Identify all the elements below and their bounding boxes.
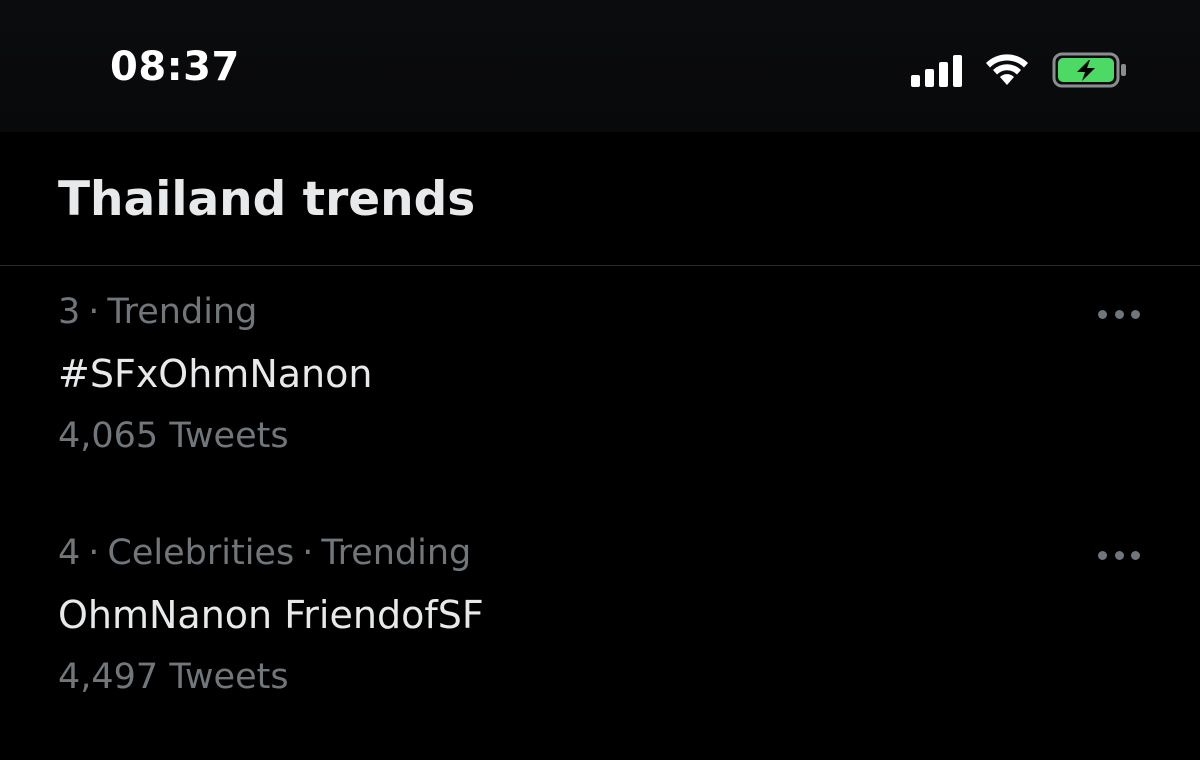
status-bar: 08:37 bbox=[0, 0, 1200, 132]
meta-separator: · bbox=[88, 292, 100, 332]
status-icons bbox=[911, 48, 1128, 92]
signal-icon bbox=[911, 53, 962, 87]
trend-tweet-count: 4,497 Tweets bbox=[58, 657, 289, 697]
header: Thailand trends bbox=[0, 132, 1200, 266]
trend-meta: 4 · Celebrities · Trending bbox=[58, 533, 471, 573]
trend-rank: 3 bbox=[58, 292, 81, 332]
wifi-icon bbox=[984, 53, 1030, 87]
meta-separator: · bbox=[88, 533, 100, 573]
page-title: Thailand trends bbox=[58, 172, 476, 227]
trend-item[interactable]: 3 · Trending #SFxOhmNanon 4,065 Tweets bbox=[0, 266, 1200, 507]
more-options-icon[interactable] bbox=[1098, 545, 1140, 565]
trend-category: Celebrities bbox=[107, 533, 295, 573]
more-options-icon[interactable] bbox=[1098, 304, 1140, 324]
trend-context: Trending bbox=[321, 533, 472, 573]
trend-rank: 4 bbox=[58, 533, 81, 573]
trend-list: 3 · Trending #SFxOhmNanon 4,065 Tweets 4 · C… bbox=[0, 266, 1200, 748]
trend-name[interactable]: #SFxOhmNanon bbox=[58, 352, 372, 396]
trend-item[interactable]: 4 · Celebrities · Trending OhmNanon Friendof… bbox=[0, 507, 1200, 748]
trend-tweet-count: 4,065 Tweets bbox=[58, 416, 289, 456]
meta-separator: · bbox=[302, 533, 314, 573]
status-time: 08:37 bbox=[110, 44, 240, 90]
trend-meta: 3 · Trending bbox=[58, 292, 257, 332]
battery-charging-icon bbox=[1052, 52, 1128, 88]
trend-context: Trending bbox=[107, 292, 258, 332]
trend-name[interactable]: OhmNanon FriendofSF bbox=[58, 593, 484, 637]
